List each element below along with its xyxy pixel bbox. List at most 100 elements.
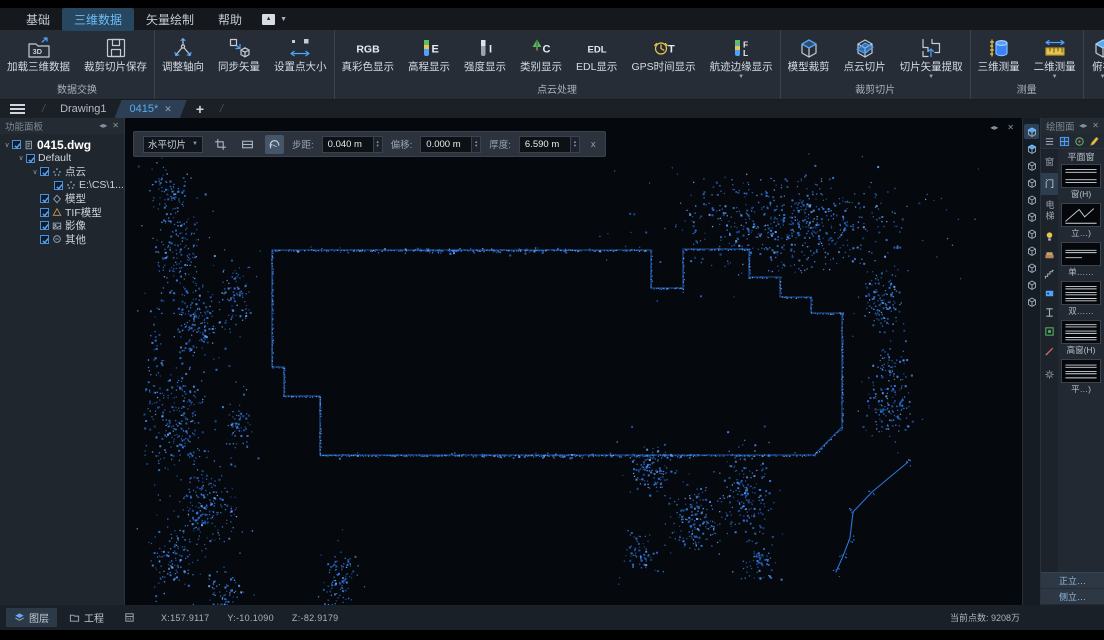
chevron-down-icon[interactable]: ▼ bbox=[1052, 74, 1058, 82]
catalog-item-2[interactable]: 立…) bbox=[1061, 203, 1101, 239]
close-icon[interactable]: ✕ bbox=[1092, 121, 1099, 131]
ribbon-collapse-icon[interactable]: ▲ bbox=[262, 14, 275, 25]
visibility-checkbox[interactable] bbox=[40, 194, 49, 203]
hamburger-menu-icon[interactable] bbox=[10, 104, 25, 114]
chevron-down-icon[interactable]: ▼ bbox=[738, 74, 744, 82]
view-nw-iso-icon[interactable] bbox=[1024, 277, 1039, 292]
stairs-icon[interactable] bbox=[1044, 269, 1055, 280]
visibility-checkbox[interactable] bbox=[40, 235, 49, 244]
tree-item-e-cs-1-[interactable]: E:\CS\1... bbox=[0, 179, 124, 193]
category-tab-1[interactable]: 窗 bbox=[1041, 151, 1058, 173]
tree-item--[interactable]: 模型 bbox=[0, 192, 124, 206]
list-icon[interactable] bbox=[1043, 135, 1056, 148]
classify-button[interactable]: C类别显示 bbox=[513, 33, 569, 82]
tree-item--[interactable]: 影像 bbox=[0, 219, 124, 233]
thickness-input[interactable]: 6.590 m bbox=[519, 136, 571, 153]
measure-3d-button[interactable]: 三维测量 bbox=[971, 33, 1027, 82]
tree-item-tif-[interactable]: TIF模型 bbox=[0, 206, 124, 220]
tree-item--[interactable]: ∨点云 bbox=[0, 165, 124, 179]
rgb-button[interactable]: RGB真彩色显示 bbox=[335, 33, 402, 82]
pan-slice-icon[interactable] bbox=[265, 135, 284, 154]
offset-input[interactable]: 0.000 m bbox=[420, 136, 472, 153]
catalog-item-6[interactable]: 平…) bbox=[1061, 359, 1101, 395]
point-cloud-canvas[interactable] bbox=[125, 118, 1022, 605]
close-icon[interactable]: ✕ bbox=[112, 121, 119, 131]
catalog-item-4[interactable]: 双…… bbox=[1061, 281, 1101, 317]
model-clip-button[interactable]: 模型裁剪 bbox=[781, 33, 837, 82]
step-spinner[interactable]: ▲▼ bbox=[374, 136, 383, 153]
visibility-checkbox[interactable] bbox=[40, 167, 49, 176]
elevation-button[interactable]: E高程显示 bbox=[401, 33, 457, 82]
chevron-down-icon[interactable]: ▼ bbox=[1100, 74, 1104, 82]
visibility-checkbox[interactable] bbox=[12, 140, 21, 149]
top-view-button[interactable]: 俯视▼ bbox=[1084, 33, 1104, 82]
pen-icon[interactable] bbox=[1044, 345, 1055, 356]
chevron-down-icon[interactable]: ▼ bbox=[928, 74, 934, 82]
lamp-icon[interactable] bbox=[1044, 231, 1055, 242]
cloud-slice-button[interactable]: 点云切片 bbox=[837, 33, 893, 82]
step-input[interactable]: 0.040 m bbox=[322, 136, 374, 153]
point-size-button[interactable]: 设置点大小 bbox=[267, 33, 334, 82]
menu-item-1[interactable]: 基础 bbox=[14, 8, 62, 31]
load-3d-button[interactable]: 3D加载三维数据 bbox=[0, 33, 77, 82]
view-right-icon[interactable] bbox=[1024, 175, 1039, 190]
grid-icon[interactable] bbox=[1058, 135, 1071, 148]
menu-item-3[interactable]: 矢量绘制 bbox=[134, 8, 206, 31]
measure-2d-button[interactable]: 二维测量▼ bbox=[1027, 33, 1083, 82]
view-button-1[interactable]: 正立… bbox=[1041, 573, 1104, 589]
palette-icon[interactable] bbox=[1073, 135, 1086, 148]
expander-icon[interactable]: ∨ bbox=[2, 141, 12, 149]
frame-icon[interactable] bbox=[1044, 326, 1055, 337]
tab-close-icon[interactable]: ✕ bbox=[164, 104, 172, 115]
view-se-iso-icon[interactable] bbox=[1024, 243, 1039, 258]
menu-item-4[interactable]: 帮助 bbox=[206, 8, 254, 31]
tree-item--[interactable]: 其他 bbox=[0, 233, 124, 247]
expander-icon[interactable]: ∨ bbox=[30, 168, 40, 176]
view-top-icon[interactable] bbox=[1024, 141, 1039, 156]
furniture-icon[interactable] bbox=[1044, 250, 1055, 261]
catalog-item-1[interactable]: 窗(H) bbox=[1061, 164, 1101, 200]
view-button-2[interactable]: 侧立… bbox=[1041, 589, 1104, 605]
view-back-icon[interactable] bbox=[1024, 192, 1039, 207]
catalog-item-5[interactable]: 高窗(H) bbox=[1061, 320, 1101, 356]
sync-vector-button[interactable]: 同步矢量 bbox=[211, 33, 267, 82]
box-select-icon[interactable] bbox=[238, 135, 257, 154]
expander-icon[interactable]: ∨ bbox=[16, 154, 26, 162]
visibility-checkbox[interactable] bbox=[54, 181, 63, 190]
view-sw-iso-icon[interactable] bbox=[1024, 226, 1039, 241]
bottom-tab-图层[interactable]: 图层 bbox=[6, 608, 57, 627]
tab-drawing1[interactable]: Drawing1 bbox=[52, 103, 114, 115]
viewport-3d[interactable]: 水平切片 ▼ 步距: 0.040 m ▲▼ 偏移: bbox=[125, 118, 1022, 605]
offset-spinner[interactable]: ▲▼ bbox=[472, 136, 481, 153]
menu-item-2[interactable]: 三维数据 bbox=[62, 8, 134, 31]
view-ne-iso-icon[interactable] bbox=[1024, 260, 1039, 275]
category-tab-2[interactable]: 门 bbox=[1041, 173, 1058, 195]
tree-item-default[interactable]: ∨Default bbox=[0, 152, 124, 166]
gps-time-button[interactable]: TGPS时间显示 bbox=[624, 33, 702, 82]
edl-button[interactable]: EDLEDL显示 bbox=[569, 33, 624, 82]
intensity-button[interactable]: I强度显示 bbox=[457, 33, 513, 82]
adjust-axis-button[interactable]: 调整轴向 bbox=[155, 33, 211, 82]
trajectory-button[interactable]: FL航迹边缘显示▼ bbox=[703, 33, 780, 82]
pin-icon[interactable]: ◂▸ bbox=[99, 121, 107, 131]
visibility-checkbox[interactable] bbox=[40, 221, 49, 230]
new-tab-button[interactable]: + bbox=[196, 101, 204, 117]
pin-icon[interactable]: ◂▸ bbox=[1079, 121, 1087, 131]
crop-slice-icon[interactable] bbox=[211, 135, 230, 154]
close-icon[interactable]: ✕ bbox=[1007, 123, 1014, 132]
chevron-down-icon[interactable]: ▼ bbox=[280, 16, 287, 23]
category-tab-3[interactable]: 电梯 bbox=[1045, 195, 1055, 227]
thickness-spinner[interactable]: ▲▼ bbox=[571, 136, 580, 153]
visibility-checkbox[interactable] bbox=[26, 154, 35, 163]
gear-icon[interactable] bbox=[1044, 369, 1055, 380]
view-left-icon[interactable] bbox=[1024, 158, 1039, 173]
tab-0415-active[interactable]: 0415* ✕ bbox=[115, 100, 187, 118]
visibility-checkbox[interactable] bbox=[40, 208, 49, 217]
tree-item-0415-dwg[interactable]: ∨0415.dwg bbox=[0, 138, 124, 152]
bottom-tab-panel[interactable] bbox=[116, 608, 143, 627]
tag-icon[interactable] bbox=[1044, 288, 1055, 299]
column-icon[interactable] bbox=[1044, 307, 1055, 318]
view-front-icon[interactable] bbox=[1024, 124, 1039, 139]
slice-mode-dropdown[interactable]: 水平切片 ▼ bbox=[143, 136, 203, 153]
catalog-item-3[interactable]: 单…… bbox=[1061, 242, 1101, 278]
